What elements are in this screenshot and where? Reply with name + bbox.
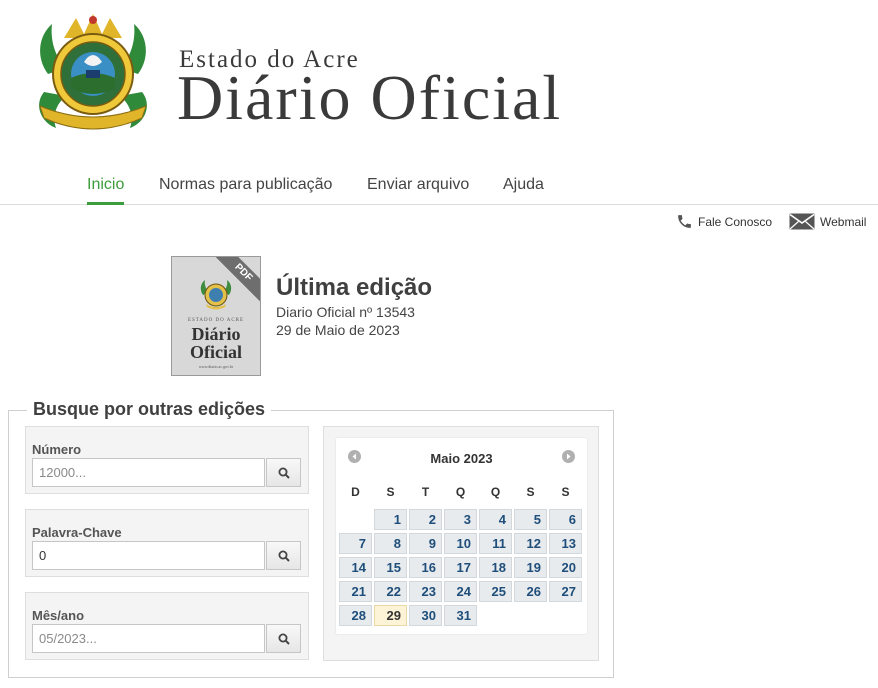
fale-conosco-link[interactable]: Fale Conosco — [676, 213, 772, 230]
nav-ajuda[interactable]: Ajuda — [503, 176, 544, 202]
fale-conosco-label: Fale Conosco — [698, 214, 773, 229]
calendar-widget: Maio 2023 D S T Q Q S S 1 2 3 4 5 6 7 8 9 10 11 12 13 14 15 16… — [335, 437, 588, 635]
calendar-day[interactable]: 18 — [479, 557, 512, 578]
calendar-day[interactable]: 6 — [549, 509, 582, 530]
calendar-day[interactable]: 23 — [409, 581, 442, 602]
weekday-header: T — [421, 485, 430, 499]
arrow-right-icon — [567, 453, 571, 460]
search-editions-fieldset: Busque por outras edições Número Palavra… — [8, 399, 614, 678]
calendar-month-title: Maio 2023 — [430, 451, 493, 466]
number-label: Número — [32, 442, 82, 457]
keyword-search-button[interactable] — [266, 541, 301, 570]
calendar-day[interactable]: 28 — [339, 605, 372, 626]
search-icon — [278, 467, 290, 479]
calendar-next-button[interactable] — [562, 450, 575, 463]
thumb-title-line2: Oficial — [190, 342, 242, 362]
search-legend: Busque por outras edições — [27, 399, 272, 420]
calendar-day[interactable]: 13 — [549, 533, 582, 554]
search-keyword-box: Palavra-Chave — [25, 509, 309, 577]
calendar-day[interactable]: 27 — [549, 581, 582, 602]
mini-coat-of-arms-icon — [200, 280, 232, 310]
latest-edition-pdf-thumbnail[interactable]: PDF ESTADO DO ACRE Diário Oficial www.di… — [171, 256, 261, 376]
calendar-day[interactable]: 17 — [444, 557, 477, 578]
calendar-day[interactable]: 1 — [374, 509, 407, 530]
calendar-day[interactable]: 5 — [514, 509, 547, 530]
calendar-day[interactable]: 22 — [374, 581, 407, 602]
weekday-header: S — [561, 485, 570, 499]
weekday-header: S — [526, 485, 535, 499]
latest-edition-date: 29 de Maio de 2023 — [276, 322, 400, 338]
calendar-day[interactable]: 11 — [479, 533, 512, 554]
nav-normas[interactable]: Normas para publicação — [159, 176, 332, 202]
calendar-day[interactable]: 8 — [374, 533, 407, 554]
search-icon — [278, 633, 290, 645]
calendar-day[interactable]: 19 — [514, 557, 547, 578]
calendar-day[interactable]: 15 — [374, 557, 407, 578]
weekday-header: S — [386, 485, 395, 499]
weekday-header: Q — [455, 485, 466, 499]
calendar-day[interactable]: 9 — [409, 533, 442, 554]
calendar-day[interactable]: 26 — [514, 581, 547, 602]
acre-coat-of-arms-logo — [39, 14, 147, 130]
keyword-input[interactable] — [32, 541, 265, 570]
calendar-day[interactable]: 25 — [479, 581, 512, 602]
thumb-footer: www.diario.ac.gov.br — [198, 364, 234, 369]
month-year-search-button[interactable] — [266, 624, 301, 653]
calendar-day[interactable]: 14 — [339, 557, 372, 578]
envelope-icon — [789, 213, 815, 230]
nav-enviar-arquivo[interactable]: Enviar arquivo — [367, 176, 469, 202]
calendar-day[interactable]: 30 — [409, 605, 442, 626]
calendar-day[interactable]: 4 — [479, 509, 512, 530]
keyword-label: Palavra-Chave — [32, 525, 122, 540]
webmail-label: Webmail — [820, 214, 867, 229]
calendar-day[interactable]: 10 — [444, 533, 477, 554]
calendar-day[interactable]: 7 — [339, 533, 372, 554]
phone-icon — [678, 215, 691, 228]
search-month-year-box: Mês/ano — [25, 592, 309, 660]
calendar-day[interactable]: 12 — [514, 533, 547, 554]
main-nav: Inicio Normas para publicação Enviar arq… — [0, 166, 878, 205]
month-year-label: Mês/ano — [32, 608, 85, 623]
latest-edition-heading: Última edição — [276, 274, 433, 301]
nav-inicio[interactable]: Inicio — [87, 176, 125, 205]
number-search-button[interactable] — [266, 458, 301, 487]
thumb-small-text: ESTADO DO ACRE — [187, 318, 245, 323]
calendar-day[interactable]: 20 — [549, 557, 582, 578]
calendar-day[interactable]: 16 — [409, 557, 442, 578]
webmail-link[interactable]: Webmail — [789, 213, 866, 230]
calendar-day[interactable]: 21 — [339, 581, 372, 602]
calendar-day[interactable]: 2 — [409, 509, 442, 530]
search-number-box: Número — [25, 426, 309, 494]
brand-title: Diário Oficial — [177, 62, 563, 133]
latest-edition-number: Diario Oficial nº 13543 — [276, 304, 415, 320]
weekday-header: D — [351, 485, 360, 499]
number-input[interactable] — [32, 458, 265, 487]
calendar-day[interactable]: 31 — [444, 605, 477, 626]
search-icon — [278, 550, 290, 562]
month-year-input[interactable] — [32, 624, 265, 653]
weekday-header: Q — [490, 485, 501, 499]
calendar-day[interactable]: 24 — [444, 581, 477, 602]
calendar-day[interactable]: 3 — [444, 509, 477, 530]
calendar-panel: Maio 2023 D S T Q Q S S 1 2 3 4 5 6 7 8 9 10 11 12 13 14 15 16… — [323, 426, 599, 661]
calendar-day-highlighted[interactable]: 29 — [374, 605, 407, 626]
